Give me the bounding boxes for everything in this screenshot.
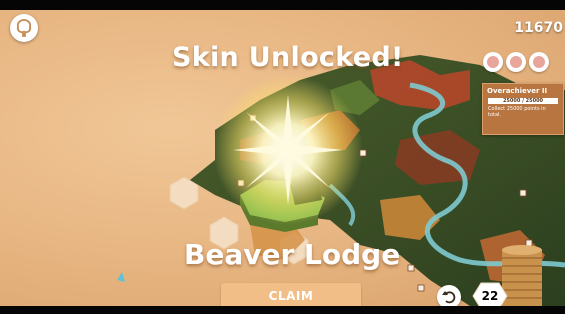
skin-unlocked-title: Skin Unlocked! xyxy=(172,42,404,73)
achievement-title: Overachiever II xyxy=(487,87,548,95)
tree-menu-button[interactable] xyxy=(10,14,38,42)
letterbox-top xyxy=(0,0,565,10)
blue-marker xyxy=(117,272,125,282)
achievement-description: Collect 25000 points in total. xyxy=(488,106,546,118)
game-screen: 11670 Skin Unlocked! Overachiever II 250… xyxy=(0,0,565,314)
undo-icon xyxy=(442,291,456,304)
tower xyxy=(502,245,542,306)
tiles-remaining-value: 22 xyxy=(481,289,499,303)
badge-icon xyxy=(529,52,549,72)
tree-icon xyxy=(16,19,32,37)
achievement-card: Overachiever II 25000 / 25000 Collect 25… xyxy=(482,83,564,135)
score-counter: 11670 xyxy=(514,20,563,36)
badge-row xyxy=(483,52,549,72)
badge-icon xyxy=(483,52,503,72)
achievement-progress-bar: 25000 / 25000 xyxy=(488,98,558,104)
badge-icon xyxy=(506,52,526,72)
skin-name: Beaver Lodge xyxy=(184,238,401,271)
letterbox-bottom xyxy=(0,306,565,314)
